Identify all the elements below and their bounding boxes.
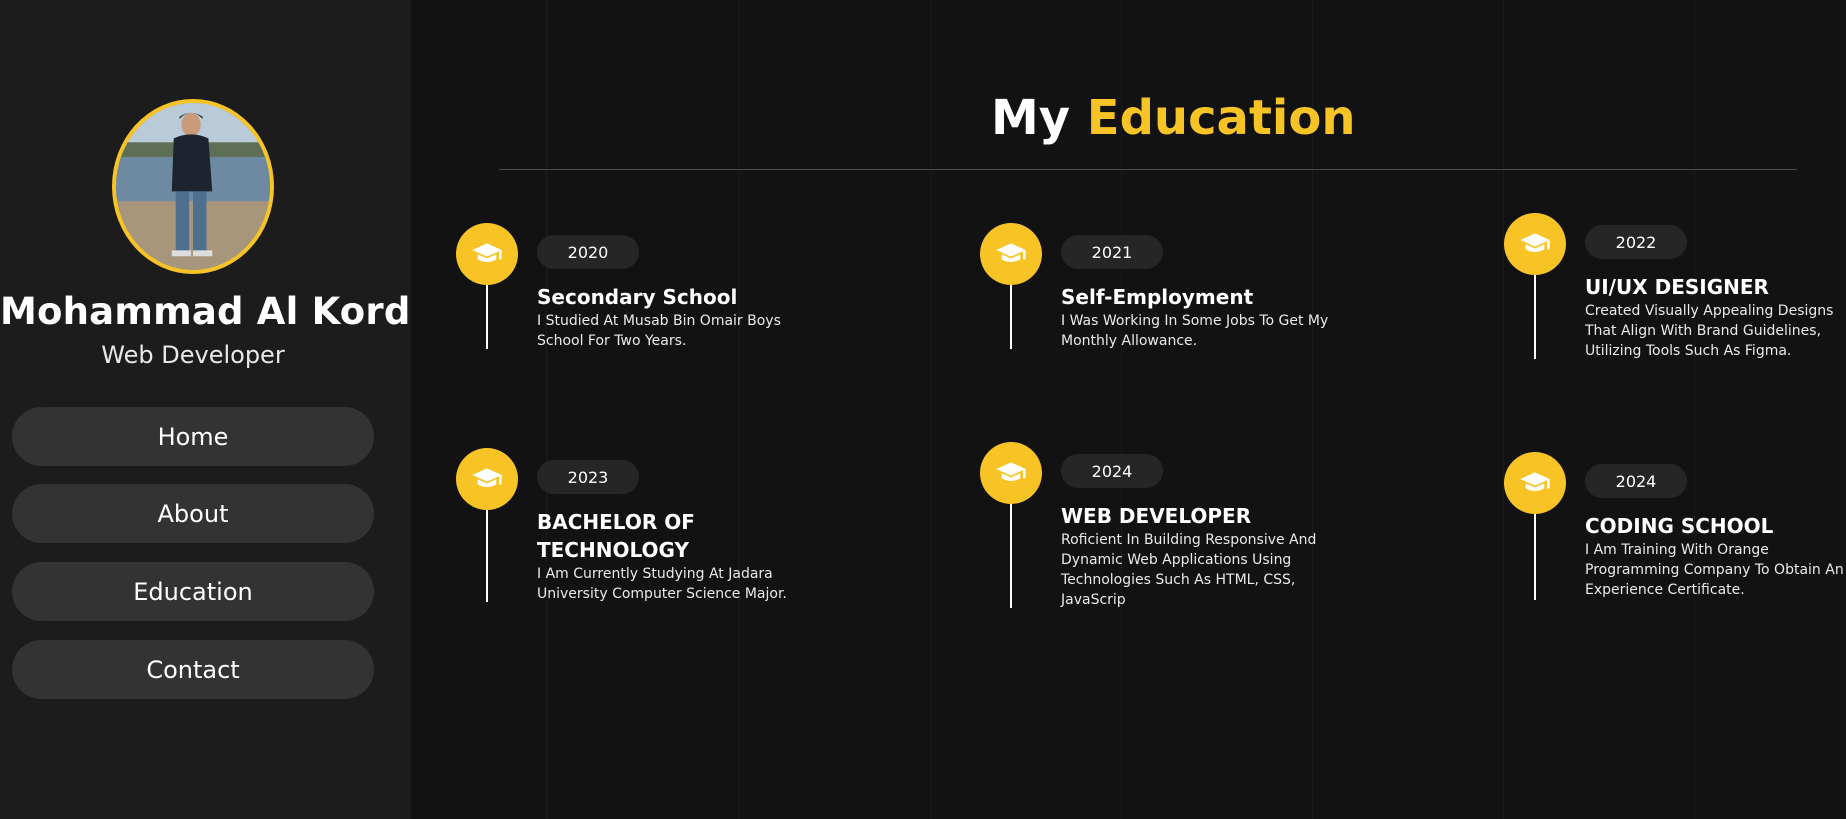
- year-badge: 2023: [537, 460, 639, 494]
- graduation-cap-icon: [456, 223, 518, 285]
- section-title-accent: Education: [1086, 90, 1356, 146]
- timeline-description: I Was Working In Some Jobs To Get My Mon…: [1061, 313, 1329, 349]
- nav-contact-button[interactable]: Contact: [12, 640, 374, 699]
- timeline-description: I Am Currently Studying At Jadara Univer…: [537, 566, 787, 602]
- year-badge: 2020: [537, 235, 639, 269]
- timeline-line: [1534, 275, 1536, 359]
- timeline-description: I Studied At Musab Bin Omair Boys School…: [537, 313, 781, 349]
- timeline-title: BACHELOR OF TECHNOLOGY: [537, 510, 695, 562]
- page: Mohammad Al Kordi Web Developer Home Abo…: [0, 0, 1846, 819]
- profile-name: Mohammad Al Kordi: [0, 290, 424, 333]
- section-title-plain: My: [991, 90, 1071, 146]
- avatar-photo: [116, 103, 270, 270]
- timeline-title: CODING SCHOOL: [1585, 514, 1774, 538]
- year-badge: 2024: [1061, 454, 1163, 488]
- timeline-description: I Am Training With Orange Programming Co…: [1585, 542, 1844, 598]
- timeline-item: 2022 UI/UX DESIGNER Created Visually App…: [1471, 213, 1846, 373]
- timeline-item: 2021 Self-Employment I Was Working In So…: [947, 223, 1347, 383]
- profile-role: Web Developer: [101, 341, 285, 369]
- timeline-description: Roficient In Building Responsive And Dyn…: [1061, 532, 1317, 608]
- timeline-item: 2020 Secondary School I Studied At Musab…: [423, 223, 823, 383]
- education-section: My Education 2020 Secondary School I Stu…: [411, 0, 1846, 819]
- timeline-line: [486, 510, 488, 602]
- timeline-item: 2024 WEB DEVELOPER Roficient In Building…: [947, 442, 1347, 608]
- graduation-cap-icon: [1504, 213, 1566, 275]
- timeline-title: Self-Employment: [1061, 285, 1254, 309]
- timeline-item: 2023 BACHELOR OF TECHNOLOGY I Am Current…: [423, 448, 823, 608]
- year-badge: 2021: [1061, 235, 1163, 269]
- timeline-line: [1010, 285, 1012, 349]
- year-badge: 2024: [1585, 464, 1687, 498]
- timeline-title: Secondary School: [537, 285, 738, 309]
- timeline-line: [1534, 514, 1536, 600]
- timeline-line: [1010, 504, 1012, 608]
- year-badge: 2022: [1585, 225, 1687, 259]
- timeline-title: WEB DEVELOPER: [1061, 504, 1252, 528]
- sidebar: Mohammad Al Kordi Web Developer Home Abo…: [0, 0, 424, 819]
- title-divider: [499, 169, 1797, 170]
- nav-home-button[interactable]: Home: [12, 407, 374, 466]
- graduation-cap-icon: [1504, 452, 1566, 514]
- avatar: [112, 99, 274, 274]
- timeline-title: UI/UX DESIGNER: [1585, 275, 1769, 299]
- graduation-cap-icon: [980, 442, 1042, 504]
- timeline-line: [486, 285, 488, 349]
- timeline-description: Created Visually Appealing Designs That …: [1585, 303, 1834, 359]
- nav-education-button[interactable]: Education: [12, 562, 374, 621]
- graduation-cap-icon: [980, 223, 1042, 285]
- graduation-cap-icon: [456, 448, 518, 510]
- timeline-item: 2024 CODING SCHOOL I Am Training With Or…: [1471, 452, 1846, 612]
- nav-about-button[interactable]: About: [12, 484, 374, 543]
